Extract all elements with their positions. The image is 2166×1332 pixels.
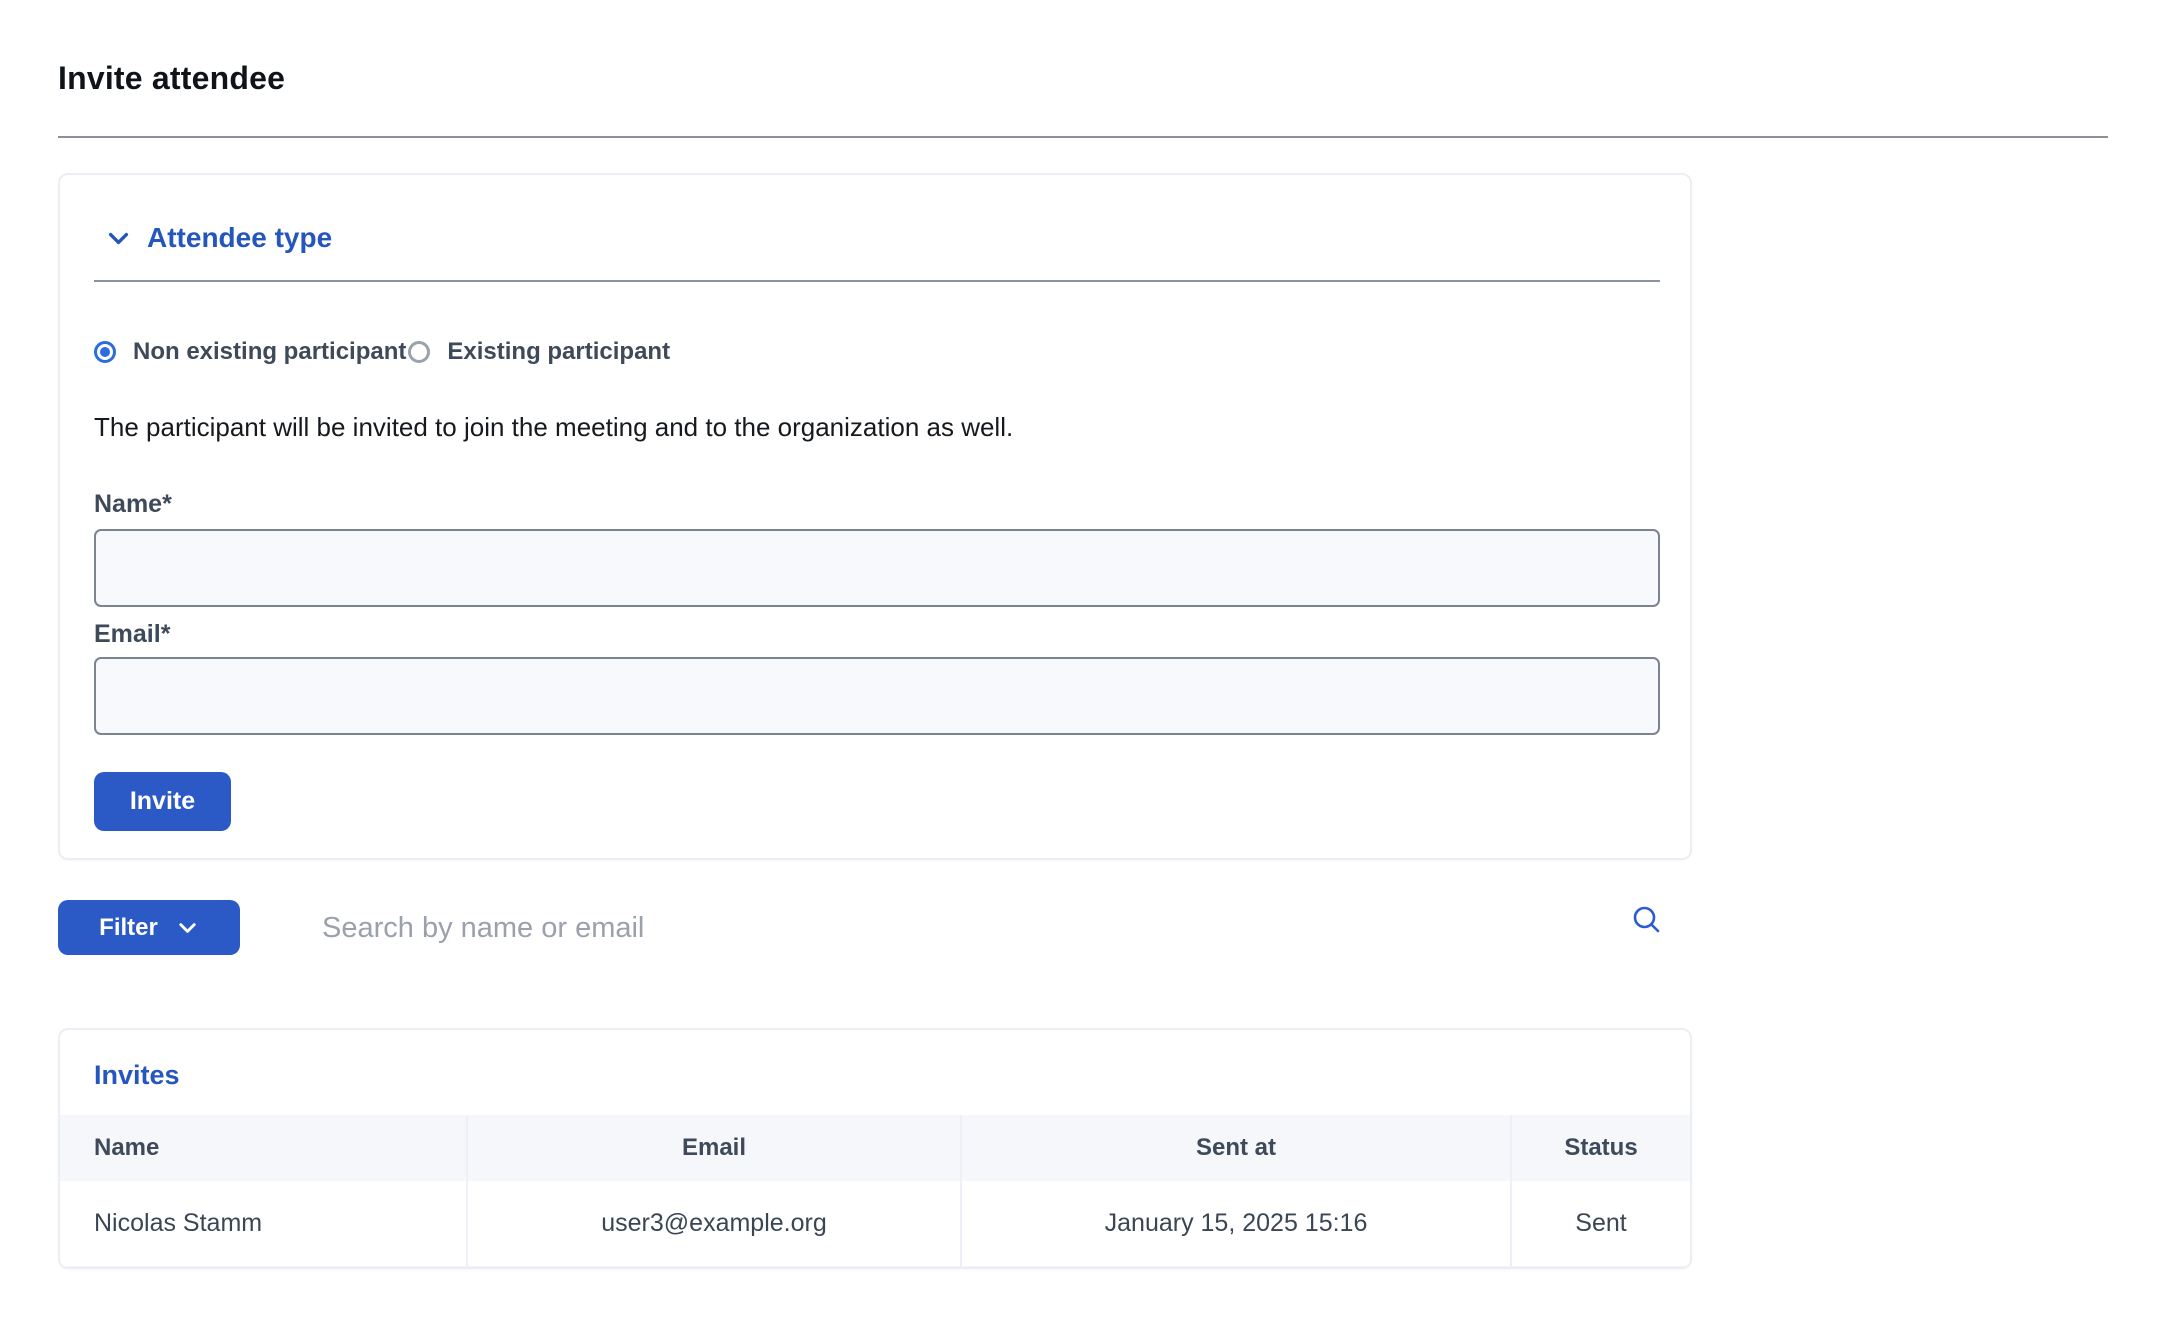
radio-existing-participant[interactable] xyxy=(408,341,430,363)
cell-status: Sent xyxy=(1510,1181,1690,1268)
column-header-sent-at: Sent at xyxy=(960,1115,1510,1181)
invite-button[interactable]: Invite xyxy=(94,772,231,831)
chevron-down-icon xyxy=(105,225,132,252)
email-field-label: Email* xyxy=(94,620,170,649)
column-header-name: Name xyxy=(60,1115,466,1181)
filter-button[interactable]: Filter xyxy=(58,900,240,955)
radio-non-existing-participant[interactable] xyxy=(94,341,116,363)
email-input[interactable] xyxy=(94,657,1660,735)
filter-button-label: Filter xyxy=(99,914,158,942)
column-header-email: Email xyxy=(466,1115,960,1181)
name-field-label: Name* xyxy=(94,490,172,519)
page-title: Invite attendee xyxy=(58,60,285,97)
search-input[interactable] xyxy=(320,897,1604,959)
cell-sent-at: January 15, 2025 15:16 xyxy=(960,1181,1510,1268)
attendee-type-toggle[interactable]: Attendee type xyxy=(105,221,332,255)
column-header-status: Status xyxy=(1510,1115,1690,1181)
radio-label-existing: Existing participant xyxy=(447,338,670,366)
name-input[interactable] xyxy=(94,529,1660,607)
attendee-type-radio-group: Non existing participant Existing partic… xyxy=(94,338,670,366)
search-icon[interactable] xyxy=(1628,901,1666,939)
section-divider xyxy=(94,280,1660,282)
title-divider xyxy=(58,136,2108,138)
radio-label-non-existing: Non existing participant xyxy=(133,338,406,366)
invites-card: Invites Name Email Sent at Status Nicola… xyxy=(58,1028,1692,1269)
invite-description: The participant will be invited to join … xyxy=(94,411,1013,443)
table-row: Nicolas Stamm user3@example.org January … xyxy=(60,1181,1690,1268)
chevron-down-icon xyxy=(176,916,199,939)
invites-table: Name Email Sent at Status Nicolas Stamm … xyxy=(60,1115,1690,1268)
cell-name: Nicolas Stamm xyxy=(60,1181,466,1268)
table-header-row: Name Email Sent at Status xyxy=(60,1115,1690,1181)
section-title: Attendee type xyxy=(147,221,332,255)
cell-email: user3@example.org xyxy=(466,1181,960,1268)
invites-title: Invites xyxy=(94,1060,180,1091)
attendee-type-card: Attendee type Non existing participant E… xyxy=(58,173,1692,860)
